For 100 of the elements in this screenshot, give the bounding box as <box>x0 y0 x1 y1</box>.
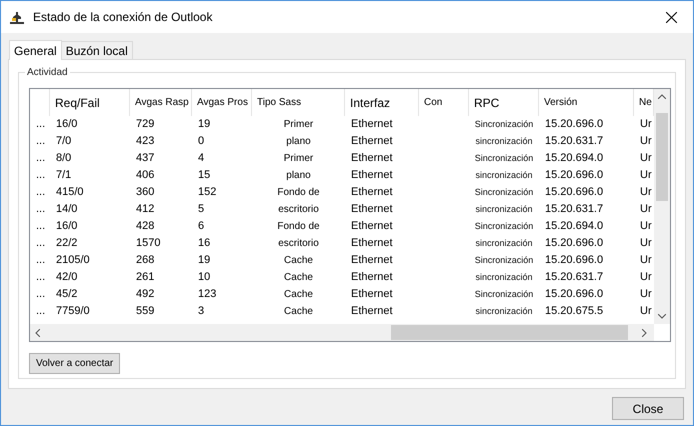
table-cell-text: Ur <box>640 117 652 132</box>
scroll-right-icon[interactable] <box>642 328 647 336</box>
table-cell-text: 15.20.631.7 <box>545 270 604 286</box>
table-cell-text: ... <box>36 270 46 286</box>
column-header[interactable]: Interfaz <box>350 94 390 112</box>
scroll-up-icon[interactable] <box>658 94 666 99</box>
table-cell-text: 3 <box>198 304 204 320</box>
tab[interactable]: Buzón local <box>62 41 133 59</box>
table-cell-text: escritorio <box>278 203 319 217</box>
table-cell-text: 5 <box>198 202 204 218</box>
table-cell-text: Ur <box>640 134 652 150</box>
table-cell-text: 8/0 <box>56 151 72 166</box>
table-cell-text: 1570 <box>136 236 160 252</box>
scroll-left-icon[interactable] <box>35 328 40 336</box>
reconnect-button[interactable]: Volver a conectar <box>29 353 120 374</box>
table-cell-text: 152 <box>198 185 216 200</box>
table-cell-text: 268 <box>136 253 154 268</box>
table-cell-text: 14/0 <box>56 202 78 218</box>
table-cell-text: ... <box>36 134 46 150</box>
tab[interactable]: General <box>9 40 62 60</box>
table-cell-text: ... <box>36 219 46 234</box>
table-cell-text: Ur <box>640 253 652 268</box>
table-cell-text: 415/0 <box>56 185 84 200</box>
table-cell-text: Ur <box>640 168 652 184</box>
scroll-thumb[interactable] <box>656 113 668 201</box>
table-cell-text: ... <box>36 202 46 218</box>
table-cell-text: 15 <box>198 168 210 184</box>
table-cell-text: 15.20.696.0 <box>545 185 604 200</box>
close-button[interactable]: Close <box>612 397 684 420</box>
table-cell-text: 15.20.696.0 <box>545 253 604 268</box>
window-title: Estado de la conexión de Outlook <box>33 9 212 26</box>
table-cell-text: Sincronización <box>474 220 534 233</box>
table-cell-text: Sincronización <box>474 186 534 199</box>
app-icon <box>9 10 25 24</box>
vertical-scrollbar[interactable] <box>654 89 670 324</box>
table-cell-text: Ur <box>640 219 652 234</box>
table-cell-text: 0 <box>198 134 204 150</box>
table-cell-text: 19 <box>198 253 210 268</box>
table-cell-text: Sincronización <box>474 118 534 131</box>
table-cell-text: 15.20.696.0 <box>545 168 604 184</box>
table-cell-text: 7759/0 <box>56 304 90 320</box>
table-cell-text: Ethernet <box>351 287 393 302</box>
column-header[interactable]: Ne <box>639 95 652 110</box>
table-cell-text: 729 <box>136 117 154 132</box>
table-cell-text: 423 <box>136 134 154 150</box>
table-cell-text: 15.20.675.5 <box>545 304 604 320</box>
table-cell-text: Cache <box>284 288 313 302</box>
table-cell-text: sincronización <box>475 304 533 318</box>
table-cell-text: 492 <box>136 287 154 302</box>
table-cell-text: plano <box>286 135 311 149</box>
table-cell-text: 7/1 <box>56 168 72 184</box>
table-cell-text: Ethernet <box>351 168 393 184</box>
table-cell-text: Ur <box>640 185 652 200</box>
column-header[interactable]: RPC <box>474 94 500 112</box>
table-cell-text: Cache <box>284 254 313 268</box>
table-cell-text: sincronización <box>475 134 533 148</box>
table-cell-text: sincronización <box>475 236 533 250</box>
table-cell-text: plano <box>286 169 311 183</box>
table-cell-text: 406 <box>136 168 154 184</box>
table-cell-text: 559 <box>136 304 154 320</box>
column-header[interactable]: Avgas Pros <box>197 95 248 110</box>
table-cell-text: ... <box>36 168 46 184</box>
column-header[interactable]: Avgas Rasp <box>135 95 189 110</box>
table-cell-text: Ethernet <box>351 270 393 286</box>
table-cell-text: 15.20.694.0 <box>545 219 604 234</box>
table-cell-text: Ur <box>640 151 652 166</box>
table-cell-text: 15.20.631.7 <box>545 202 604 218</box>
table-cell-text: ... <box>36 236 46 252</box>
table-cell-text: Ethernet <box>351 253 393 268</box>
table-cell-text: Fondo de <box>277 220 320 234</box>
table-cell-text: 15.20.631.7 <box>545 134 604 150</box>
table-cell-text: Ur <box>640 304 652 320</box>
table-cell-text: 10 <box>198 270 210 286</box>
column-header[interactable]: Req/Fail <box>55 94 100 112</box>
scroll-down-icon[interactable] <box>658 314 666 319</box>
table-cell-text: 15.20.696.0 <box>545 287 604 302</box>
table-cell-text: Ur <box>640 202 652 218</box>
table-cell-text: 45/2 <box>56 287 78 302</box>
table-cell-text: Ethernet <box>351 185 393 200</box>
table-cell-text: 360 <box>136 185 154 200</box>
table-cell-text: Primer <box>284 118 314 132</box>
scroll-thumb[interactable] <box>391 325 628 340</box>
table-cell-text: Sincronización <box>474 152 534 165</box>
horizontal-scrollbar[interactable] <box>30 324 654 341</box>
table-cell-text: 123 <box>198 287 216 302</box>
table-cell-text: 7/0 <box>56 134 72 150</box>
column-header[interactable]: Versión <box>544 95 578 110</box>
column-header[interactable]: Tipo Sass <box>257 95 302 110</box>
table-cell-text: Fondo de <box>277 186 320 200</box>
table-cell-text: 16/0 <box>56 219 78 234</box>
column-header[interactable]: Con <box>424 95 442 110</box>
table-cell-text: 2105/0 <box>56 253 90 268</box>
table-cell-text: Ethernet <box>351 219 393 234</box>
close-icon[interactable] <box>666 12 677 22</box>
table-cell-text: ... <box>36 253 46 268</box>
table-cell-text: 261 <box>136 270 154 286</box>
table-cell-text: ... <box>36 287 46 302</box>
table-cell-text: ... <box>36 185 46 200</box>
table-cell-text: ... <box>36 151 46 166</box>
table-cell-text: 16 <box>198 236 210 252</box>
